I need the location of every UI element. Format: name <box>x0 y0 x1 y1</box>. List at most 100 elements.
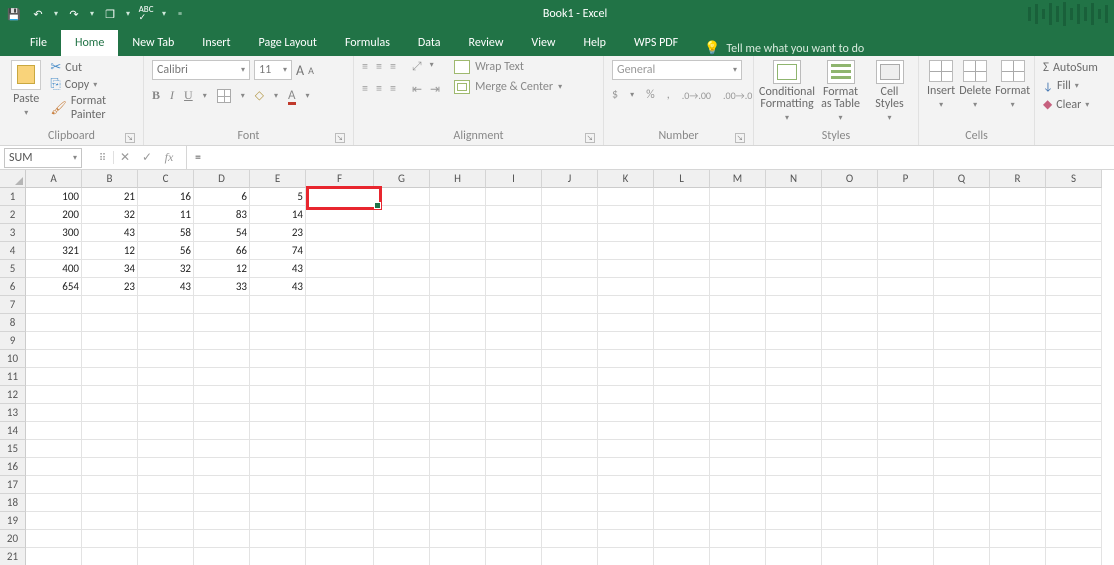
cell-I21[interactable] <box>486 548 542 565</box>
cell-D17[interactable] <box>194 476 250 494</box>
cell-S1[interactable] <box>1046 188 1102 206</box>
cell-S17[interactable] <box>1046 476 1102 494</box>
column-header-M[interactable]: M <box>710 170 766 188</box>
namebox-dropdown[interactable]: ⠿ <box>92 151 114 164</box>
row-header-2[interactable]: 2 <box>0 206 26 224</box>
cell-C11[interactable] <box>138 368 194 386</box>
cell-P15[interactable] <box>878 440 934 458</box>
select-all-button[interactable] <box>0 170 26 188</box>
cell-L9[interactable] <box>654 332 710 350</box>
cell-R4[interactable] <box>990 242 1046 260</box>
cell-H21[interactable] <box>430 548 486 565</box>
align-left-icon[interactable]: ≡ <box>362 82 368 97</box>
cell-M19[interactable] <box>710 512 766 530</box>
cell-M20[interactable] <box>710 530 766 548</box>
cell-L19[interactable] <box>654 512 710 530</box>
cell-E19[interactable] <box>250 512 306 530</box>
cell-O17[interactable] <box>822 476 878 494</box>
cell-S6[interactable] <box>1046 278 1102 296</box>
column-header-S[interactable]: S <box>1046 170 1102 188</box>
cell-J1[interactable] <box>542 188 598 206</box>
cell-N6[interactable] <box>766 278 822 296</box>
cell-A6[interactable]: 654 <box>26 278 82 296</box>
cell-R13[interactable] <box>990 404 1046 422</box>
cell-R12[interactable] <box>990 386 1046 404</box>
cell-O9[interactable] <box>822 332 878 350</box>
grow-font-icon[interactable]: A <box>296 62 304 79</box>
cell-S19[interactable] <box>1046 512 1102 530</box>
tell-me-search[interactable]: 💡Tell me what you want to do <box>704 41 864 56</box>
cell-G18[interactable] <box>374 494 430 512</box>
cell-Q5[interactable] <box>934 260 990 278</box>
cell-A12[interactable] <box>26 386 82 404</box>
cell-E13[interactable] <box>250 404 306 422</box>
cell-F12[interactable] <box>306 386 374 404</box>
cell-O21[interactable] <box>822 548 878 565</box>
cell-R10[interactable] <box>990 350 1046 368</box>
cell-N15[interactable] <box>766 440 822 458</box>
cell-R15[interactable] <box>990 440 1046 458</box>
cell-B9[interactable] <box>82 332 138 350</box>
copy-button[interactable]: ⎘Copy▾ <box>50 77 135 92</box>
cell-O12[interactable] <box>822 386 878 404</box>
cell-J18[interactable] <box>542 494 598 512</box>
cell-C3[interactable]: 58 <box>138 224 194 242</box>
align-bottom-icon[interactable]: ≡ <box>390 60 396 74</box>
cell-G16[interactable] <box>374 458 430 476</box>
cell-F2[interactable] <box>306 206 374 224</box>
align-right-icon[interactable]: ≡ <box>390 82 396 97</box>
cell-J9[interactable] <box>542 332 598 350</box>
row-header-10[interactable]: 10 <box>0 350 26 368</box>
cell-O11[interactable] <box>822 368 878 386</box>
cell-I17[interactable] <box>486 476 542 494</box>
cell-S10[interactable] <box>1046 350 1102 368</box>
cell-R17[interactable] <box>990 476 1046 494</box>
cell-M7[interactable] <box>710 296 766 314</box>
cell-G4[interactable] <box>374 242 430 260</box>
cell-N3[interactable] <box>766 224 822 242</box>
cell-D7[interactable] <box>194 296 250 314</box>
cell-F6[interactable] <box>306 278 374 296</box>
cell-A14[interactable] <box>26 422 82 440</box>
cell-Q2[interactable] <box>934 206 990 224</box>
cell-P21[interactable] <box>878 548 934 565</box>
spell-icon[interactable]: ABC✓ <box>138 6 154 22</box>
cell-N1[interactable] <box>766 188 822 206</box>
cell-F18[interactable] <box>306 494 374 512</box>
cell-P18[interactable] <box>878 494 934 512</box>
decrease-decimal-icon[interactable]: .00→.0 <box>723 89 752 102</box>
cell-Q17[interactable] <box>934 476 990 494</box>
cell-H2[interactable] <box>430 206 486 224</box>
cell-P3[interactable] <box>878 224 934 242</box>
cell-M13[interactable] <box>710 404 766 422</box>
cell-M16[interactable] <box>710 458 766 476</box>
cell-Q9[interactable] <box>934 332 990 350</box>
cell-M12[interactable] <box>710 386 766 404</box>
column-header-N[interactable]: N <box>766 170 822 188</box>
cell-Q10[interactable] <box>934 350 990 368</box>
cell-P9[interactable] <box>878 332 934 350</box>
row-header-1[interactable]: 1 <box>0 188 26 206</box>
cell-F17[interactable] <box>306 476 374 494</box>
cell-A1[interactable]: 100 <box>26 188 82 206</box>
font-color-button[interactable]: A <box>288 88 296 103</box>
wrap-text-button[interactable]: Wrap Text <box>454 60 562 74</box>
cell-N5[interactable] <box>766 260 822 278</box>
cell-E15[interactable] <box>250 440 306 458</box>
column-header-J[interactable]: J <box>542 170 598 188</box>
cell-L7[interactable] <box>654 296 710 314</box>
cell-G6[interactable] <box>374 278 430 296</box>
cell-C21[interactable] <box>138 548 194 565</box>
cell-E1[interactable]: 5 <box>250 188 306 206</box>
redo-menu[interactable]: ▾ <box>90 9 94 19</box>
cell-K12[interactable] <box>598 386 654 404</box>
cell-A8[interactable] <box>26 314 82 332</box>
cell-N21[interactable] <box>766 548 822 565</box>
enter-formula-icon[interactable]: ✓ <box>136 150 158 165</box>
cell-M21[interactable] <box>710 548 766 565</box>
cell-Q20[interactable] <box>934 530 990 548</box>
cell-I13[interactable] <box>486 404 542 422</box>
cell-H19[interactable] <box>430 512 486 530</box>
alignment-launcher[interactable]: ↘ <box>585 133 595 143</box>
cell-K1[interactable] <box>598 188 654 206</box>
